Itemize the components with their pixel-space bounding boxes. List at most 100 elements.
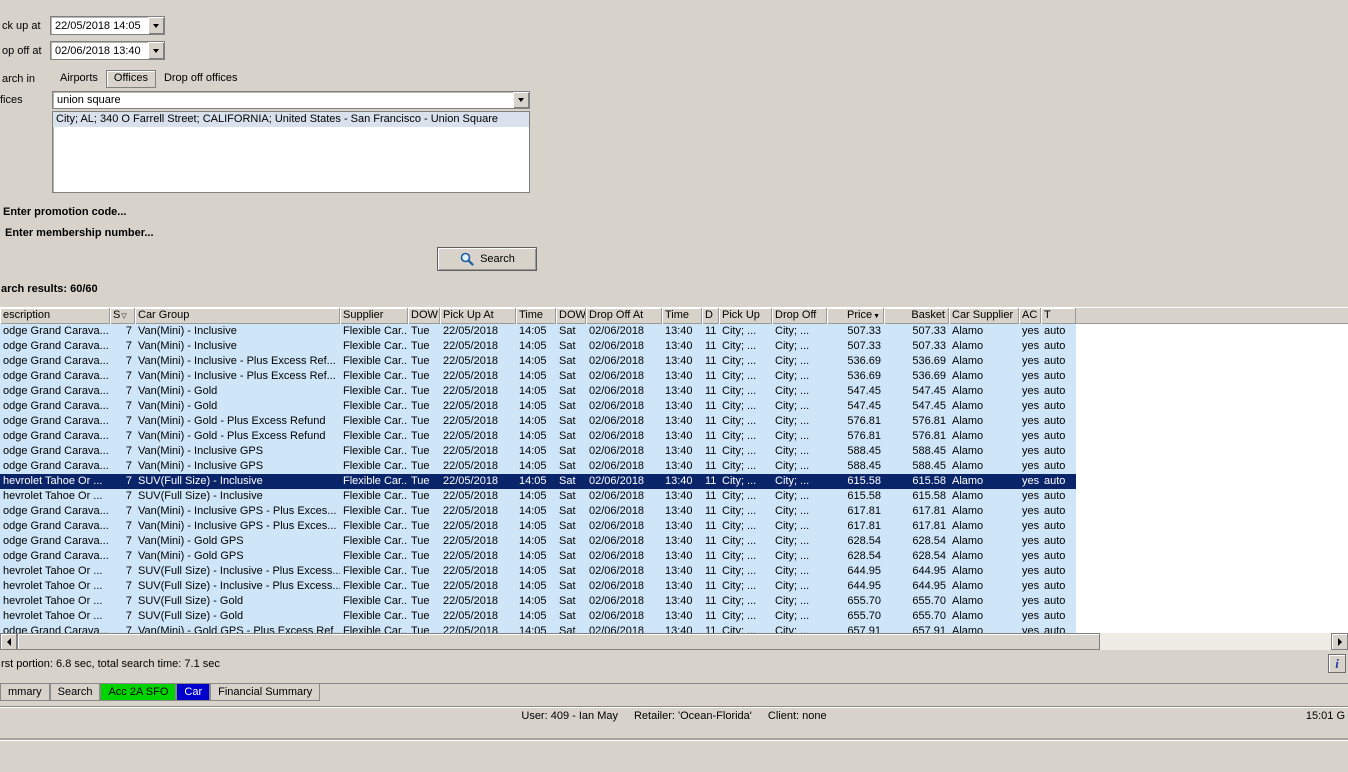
result-row[interactable]: odge Grand Carava... 7 Van(Mini) - Inclusi… (0, 444, 1076, 459)
bottom-tab[interactable]: Car (176, 684, 211, 701)
scroll-right-button[interactable] (1331, 633, 1348, 650)
grid-cell: 576.81 (847, 430, 881, 442)
info-button[interactable]: i (1328, 654, 1346, 673)
result-row[interactable]: odge Grand Carava... 7 Van(Mini) - Gold Fle… (0, 399, 1076, 414)
pickup-datetime-combo[interactable]: 22/05/2018 14:05 (50, 16, 165, 35)
grid-cell: City; ... (722, 385, 757, 397)
office-result-item[interactable]: City; AL; 340 O Farrell Street; CALIFORN… (53, 112, 529, 127)
result-row[interactable]: odge Grand Carava... 7 Van(Mini) - Gold - … (0, 414, 1076, 429)
column-header[interactable]: Pick Up At (440, 308, 516, 324)
bottom-tab[interactable]: Acc 2A SFO (100, 684, 177, 701)
column-header[interactable]: Price▼ (827, 308, 884, 324)
column-header[interactable]: Drop Off (772, 308, 827, 324)
dropoff-at-label: op off at (2, 45, 42, 57)
search-in-tab[interactable]: Offices (105, 70, 156, 88)
pickup-dropdown-button[interactable] (148, 17, 164, 34)
grid-cell: 14:05 (519, 445, 547, 457)
bottom-tab[interactable]: Financial Summary (210, 684, 321, 701)
result-row[interactable]: hevrolet Tahoe Or ... 7 SUV(Full Size) - I… (0, 579, 1076, 594)
scrollbar-thumb[interactable] (17, 633, 1100, 650)
column-header-label: escription (3, 309, 51, 321)
grid-cell: 11 (705, 460, 717, 472)
grid-cell: 7 (125, 535, 132, 547)
grid-cell: yes (1022, 505, 1040, 517)
grid-cell: Tue (411, 325, 430, 337)
offices-combo[interactable]: union square (52, 91, 530, 109)
column-header[interactable]: Pick Up (719, 308, 772, 324)
column-header[interactable]: D (702, 308, 719, 324)
grid-cell: 13:40 (665, 400, 693, 412)
grid-cell: 617.81 (912, 520, 946, 532)
column-header[interactable]: S▽ (110, 308, 135, 324)
grid-cell: yes (1022, 415, 1040, 427)
bottom-tab[interactable]: mmary (0, 684, 50, 701)
offices-dropdown-button[interactable] (513, 92, 529, 108)
grid-cell: City; ... (722, 445, 757, 457)
column-header[interactable]: AC (1019, 308, 1041, 324)
search-icon (460, 252, 474, 266)
grid-cell: auto (1044, 535, 1066, 547)
result-row[interactable]: odge Grand Carava... 7 Van(Mini) - Gold GP… (0, 624, 1076, 633)
column-header[interactable]: Time (662, 308, 702, 324)
dropoff-datetime-combo[interactable]: 02/06/2018 13:40 (50, 41, 165, 60)
grid-cell: City; ... (775, 340, 810, 352)
grid-cell: 7 (125, 355, 132, 367)
result-row[interactable]: hevrolet Tahoe Or ... 7 SUV(Full Size) - G… (0, 594, 1076, 609)
grid-cell: 13:40 (665, 385, 693, 397)
result-row[interactable]: hevrolet Tahoe Or ... 7 SUV(Full Size) - I… (0, 489, 1076, 504)
column-header[interactable]: T (1041, 308, 1076, 324)
column-header[interactable]: Car Supplier (949, 308, 1019, 324)
result-row[interactable]: odge Grand Carava... 7 Van(Mini) - Gold GP… (0, 549, 1076, 564)
grid-cell: Sat (559, 490, 576, 502)
grid-cell: Sat (559, 505, 576, 517)
result-row[interactable]: odge Grand Carava... 7 Van(Mini) - Inclusi… (0, 369, 1076, 384)
result-row[interactable]: hevrolet Tahoe Or ... 7 SUV(Full Size) - G… (0, 609, 1076, 624)
grid-cell: City; ... (722, 475, 757, 487)
search-in-tab[interactable]: Airports (52, 70, 106, 88)
grid-cell: Tue (411, 430, 430, 442)
search-button[interactable]: Search (437, 247, 537, 271)
result-row[interactable]: odge Grand Carava... 7 Van(Mini) - Inclusi… (0, 504, 1076, 519)
grid-cell: odge Grand Carava... (3, 550, 109, 562)
result-row[interactable]: hevrolet Tahoe Or ... 7 SUV(Full Size) - I… (0, 474, 1076, 489)
result-row[interactable]: odge Grand Carava... 7 Van(Mini) - Inclusi… (0, 339, 1076, 354)
result-row[interactable]: odge Grand Carava... 7 Van(Mini) - Inclusi… (0, 324, 1076, 339)
bottom-tab[interactable]: Search (49, 684, 101, 701)
result-row[interactable]: odge Grand Carava... 7 Van(Mini) - Gold Fle… (0, 384, 1076, 399)
grid-cell: Van(Mini) - Inclusive GPS (138, 445, 264, 457)
grid-cell: Tue (411, 625, 430, 633)
grid-cell: hevrolet Tahoe Or ... (3, 595, 103, 607)
grid-cell: auto (1044, 430, 1066, 442)
grid-cell: auto (1044, 325, 1066, 337)
column-header[interactable]: Supplier (340, 308, 408, 324)
grid-cell: 7 (125, 325, 132, 337)
grid-cell: City; ... (775, 505, 810, 517)
scroll-left-button[interactable] (0, 633, 17, 650)
result-row[interactable]: odge Grand Carava... 7 Van(Mini) - Gold GP… (0, 534, 1076, 549)
column-header[interactable]: Basket (884, 308, 949, 324)
column-header[interactable]: DOW (408, 308, 440, 324)
column-header[interactable]: DOW (556, 308, 586, 324)
result-row[interactable]: odge Grand Carava... 7 Van(Mini) - Inclusi… (0, 519, 1076, 534)
office-results-listbox[interactable]: City; AL; 340 O Farrell Street; CALIFORN… (52, 111, 530, 193)
result-row[interactable]: hevrolet Tahoe Or ... 7 SUV(Full Size) - I… (0, 564, 1076, 579)
column-header[interactable]: Time (516, 308, 556, 324)
grid-cell: 547.45 (847, 400, 881, 412)
column-header[interactable]: Drop Off At (586, 308, 662, 324)
horizontal-scrollbar[interactable] (0, 633, 1348, 650)
result-row[interactable]: odge Grand Carava... 7 Van(Mini) - Inclusi… (0, 459, 1076, 474)
dropoff-dropdown-button[interactable] (148, 42, 164, 59)
result-row[interactable]: odge Grand Carava... 7 Van(Mini) - Inclusi… (0, 354, 1076, 369)
promotion-code-link[interactable]: Enter promotion code... (3, 206, 126, 218)
result-row[interactable]: odge Grand Carava... 7 Van(Mini) - Gold - … (0, 429, 1076, 444)
grid-cell: Alamo (952, 460, 984, 472)
column-header[interactable]: Car Group (135, 308, 340, 324)
search-in-tab[interactable]: Drop off offices (156, 70, 246, 88)
column-header-label: Time (519, 309, 544, 321)
membership-number-link[interactable]: Enter membership number... (5, 227, 154, 239)
grid-cell: City; ... (722, 520, 757, 532)
column-header[interactable]: escription (0, 308, 110, 324)
grid-cell: auto (1044, 445, 1066, 457)
grid-cell: 536.69 (912, 355, 946, 367)
grid-cell: 22/05/2018 (443, 340, 499, 352)
